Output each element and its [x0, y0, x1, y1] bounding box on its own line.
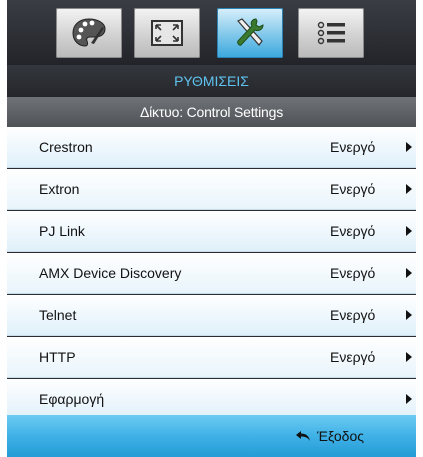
- menu-item-label: Telnet: [39, 307, 77, 323]
- arrow-right-icon: [406, 226, 412, 236]
- screen-icon: [151, 20, 183, 46]
- arrow-right-icon: [406, 394, 412, 404]
- menu-item-label: Crestron: [39, 139, 93, 155]
- menu-item-label: Extron: [39, 181, 80, 197]
- menu-item-value: Ενεργό: [330, 307, 376, 323]
- arrow-right-icon: [406, 310, 412, 320]
- menu-item-value: Ενεργό: [330, 181, 376, 197]
- menu-item-telnet[interactable]: Telnet Ενεργό: [7, 295, 416, 336]
- tab-options[interactable]: [298, 8, 364, 58]
- options-list-icon: [317, 21, 345, 45]
- tab-display[interactable]: [134, 8, 200, 58]
- menu-item-pj-link[interactable]: PJ Link Ενεργό: [7, 211, 416, 252]
- arrow-right-icon: [406, 184, 412, 194]
- tools-icon: [237, 18, 264, 46]
- menu-item-extron[interactable]: Extron Ενεργό: [7, 169, 416, 210]
- palette-icon: [72, 18, 106, 47]
- menu-item-label: Εφαρμογή: [39, 391, 105, 407]
- settings-list: Crestron Ενεργό Extron Ενεργό PJ Link Εν…: [7, 127, 416, 421]
- exit-button[interactable]: Έξοδος: [295, 415, 364, 457]
- osd-menu: ΡΥΘΜΙΣΕΙΣ Δίκτυο: Control Settings Crest…: [7, 0, 416, 457]
- arrow-right-icon: [406, 268, 412, 278]
- menu-item-http[interactable]: HTTP Ενεργό: [7, 337, 416, 378]
- menu-item-value: Ενεργό: [330, 265, 376, 281]
- tab-bar: [7, 0, 416, 65]
- menu-item-amx-device-discovery[interactable]: AMX Device Discovery Ενεργό: [7, 253, 416, 294]
- menu-item-label: AMX Device Discovery: [39, 265, 182, 281]
- arrow-right-icon: [406, 352, 412, 362]
- back-arrow-icon: [296, 431, 310, 441]
- menu-item-label: PJ Link: [39, 223, 85, 239]
- menu-item-value: Ενεργό: [330, 349, 376, 365]
- exit-label: Έξοδος: [317, 428, 364, 444]
- menu-item-crestron[interactable]: Crestron Ενεργό: [7, 127, 416, 168]
- tab-settings[interactable]: [217, 8, 283, 58]
- arrow-right-icon: [406, 142, 412, 152]
- tab-image-settings[interactable]: [56, 8, 122, 58]
- menu-title: ΡΥΘΜΙΣΕΙΣ: [7, 65, 416, 97]
- menu-item-value: Ενεργό: [330, 139, 376, 155]
- menu-item-value: Ενεργό: [330, 223, 376, 239]
- menu-item-apply[interactable]: Εφαρμογή: [7, 379, 416, 420]
- footer-bar: Έξοδος: [7, 415, 416, 457]
- menu-item-label: HTTP: [39, 349, 76, 365]
- breadcrumb: Δίκτυο: Control Settings: [7, 97, 416, 127]
